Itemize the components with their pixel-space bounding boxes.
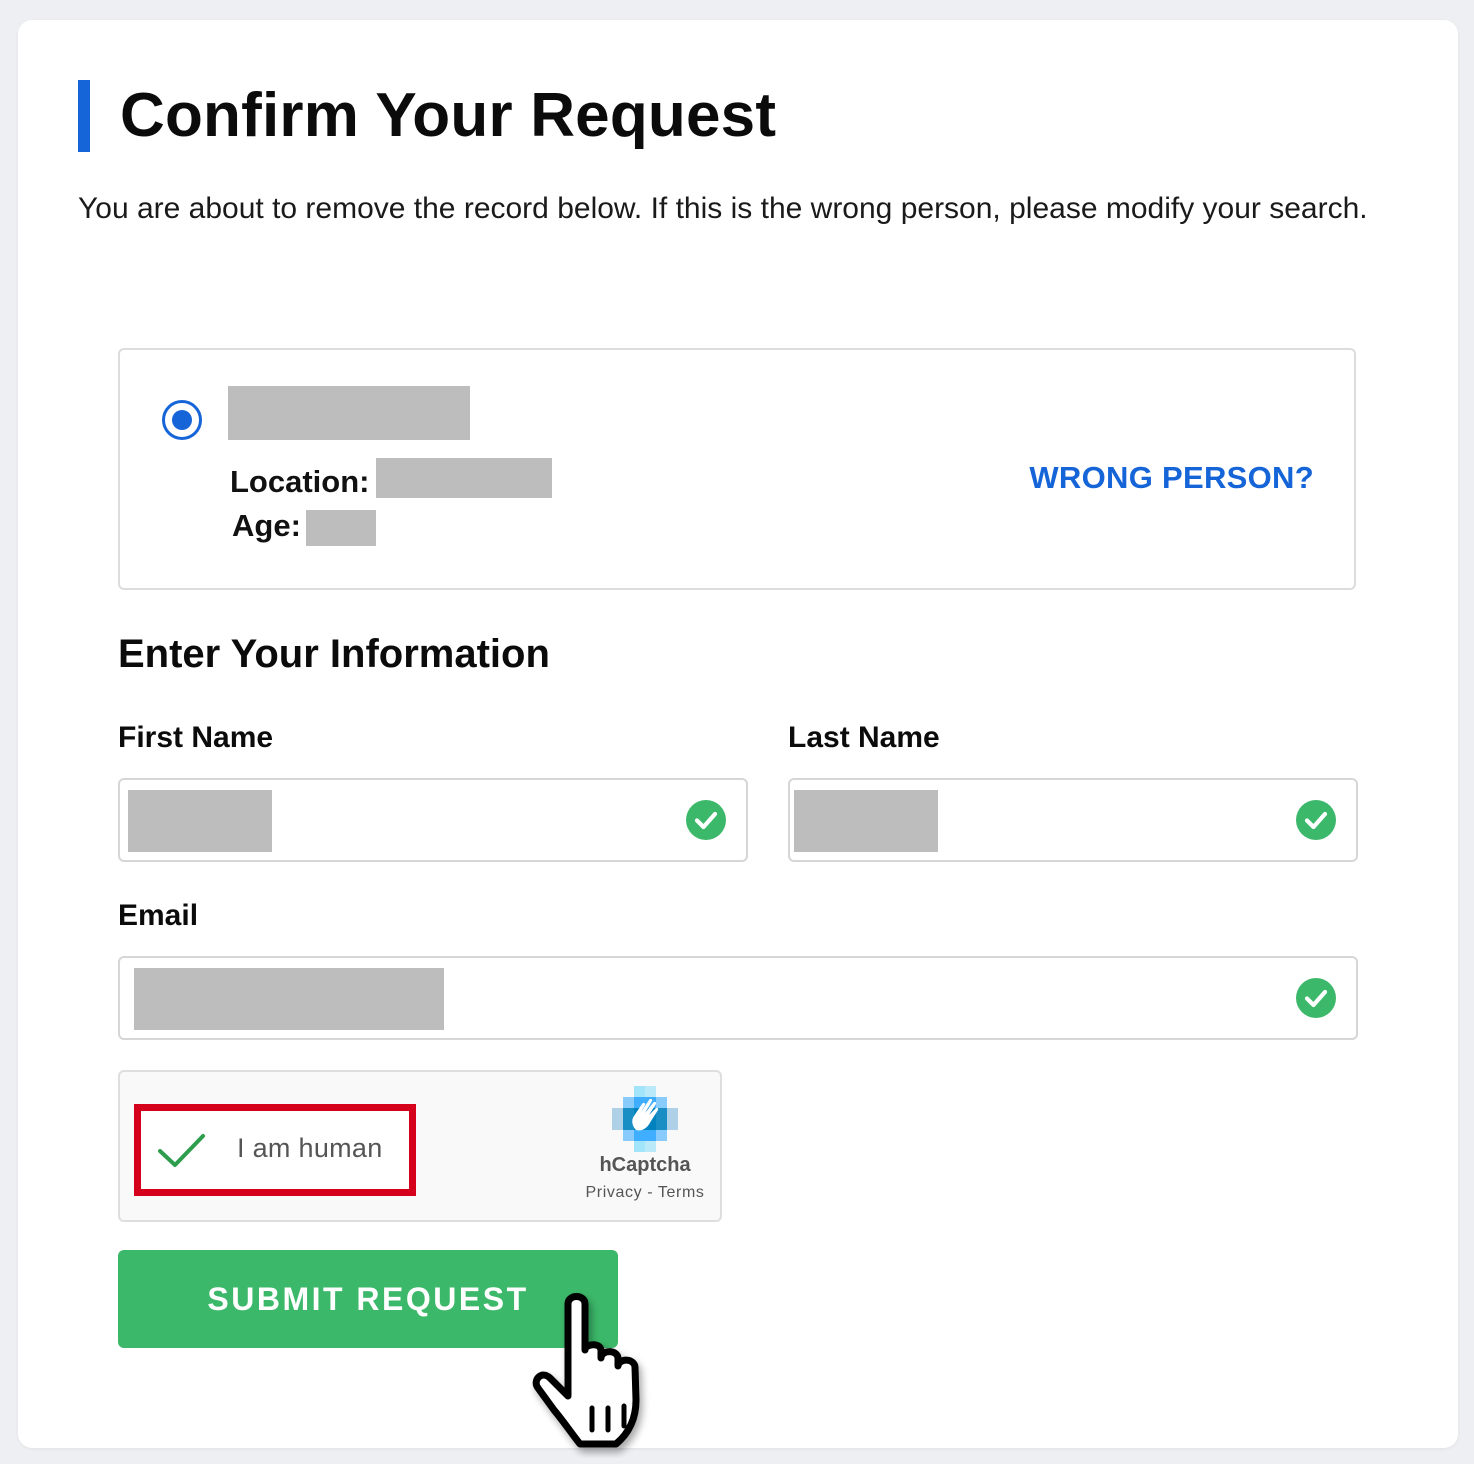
age-value-redacted	[306, 510, 376, 546]
last-name-field[interactable]	[788, 778, 1358, 862]
last-name-value-redacted	[794, 790, 938, 852]
valid-check-icon	[686, 800, 726, 840]
email-field[interactable]	[118, 956, 1358, 1040]
record-radio-button[interactable]	[162, 400, 202, 440]
page-title: Confirm Your Request	[120, 81, 777, 150]
hcaptcha-widget: I am human hCaptcha Privacy - Terms	[118, 1070, 722, 1222]
record-name-redacted	[228, 386, 470, 440]
valid-check-icon	[1296, 978, 1336, 1018]
valid-check-icon	[1296, 800, 1336, 840]
title-accent-bar	[78, 80, 90, 152]
location-value-redacted	[376, 458, 552, 498]
section-title: Enter Your Information	[118, 632, 550, 676]
first-name-label: First Name	[118, 721, 274, 754]
location-label: Location:	[230, 464, 370, 499]
captcha-label: I am human	[237, 1133, 383, 1163]
hcaptcha-logo-icon	[612, 1086, 678, 1152]
radio-selected-dot	[172, 410, 192, 430]
last-name-label: Last Name	[788, 721, 940, 754]
email-value-redacted	[134, 968, 444, 1030]
age-label: Age:	[232, 508, 301, 543]
record-card[interactable]: Location: Age: WRONG PERSON?	[118, 348, 1356, 590]
first-name-value-redacted	[128, 790, 272, 852]
intro-text: You are about to remove the record below…	[78, 192, 1368, 225]
hcaptcha-brand: hCaptcha	[599, 1154, 691, 1176]
checkmark-icon	[158, 1134, 205, 1167]
confirm-request-card: Confirm Your Request You are about to re…	[18, 20, 1458, 1448]
email-label: Email	[118, 899, 199, 932]
wrong-person-link[interactable]: WRONG PERSON?	[1029, 460, 1314, 496]
hcaptcha-privacy-terms-links[interactable]: Privacy - Terms	[540, 1184, 750, 1202]
first-name-field[interactable]	[118, 778, 748, 862]
hand-pointer-cursor-icon	[532, 1293, 640, 1448]
captcha-checkbox-highlight[interactable]: I am human	[134, 1104, 416, 1196]
